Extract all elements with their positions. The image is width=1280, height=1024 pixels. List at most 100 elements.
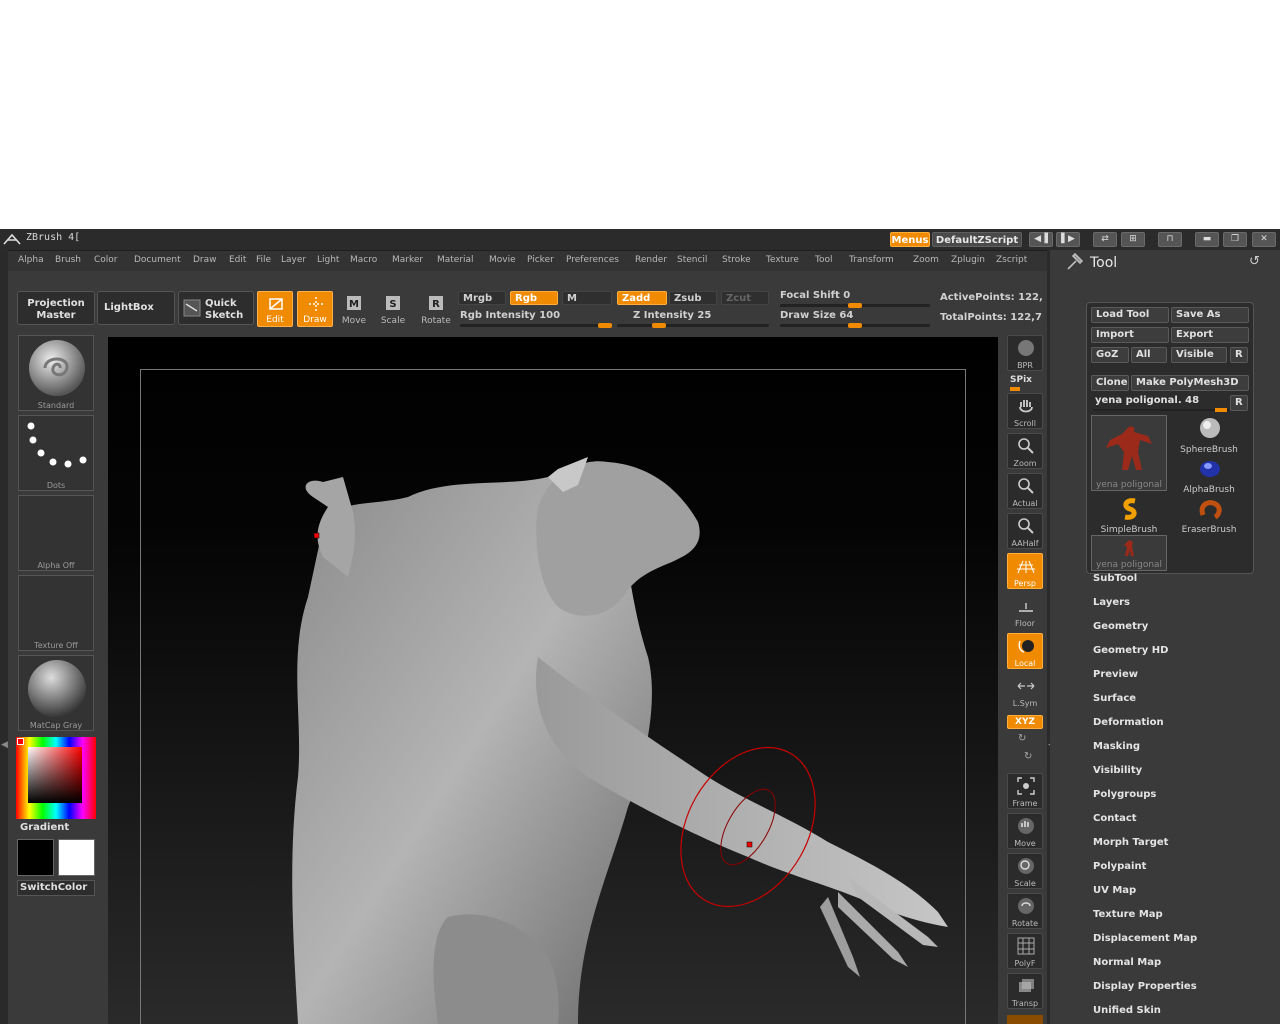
- z-intensity-slider[interactable]: Z Intensity 25: [633, 310, 711, 321]
- rgb-intensity-knob[interactable]: [598, 323, 612, 328]
- zadd-button[interactable]: Zadd: [617, 291, 667, 305]
- move-mode-button[interactable]: M Move: [336, 291, 372, 327]
- default-zscript-button[interactable]: DefaultZScript: [932, 232, 1022, 247]
- polyf-button[interactable]: PolyF: [1007, 933, 1043, 969]
- subpalette-geometry-hd[interactable]: Geometry HD: [1093, 645, 1168, 656]
- subpalette-polypaint[interactable]: Polypaint: [1093, 861, 1146, 872]
- quick-sketch-button[interactable]: Quick Sketch: [178, 291, 254, 325]
- subpalette-deformation[interactable]: Deformation: [1093, 717, 1164, 728]
- zcut-button[interactable]: Zcut: [721, 291, 769, 305]
- menu-draw[interactable]: Draw: [193, 255, 217, 265]
- rgb-intensity-slider[interactable]: Rgb Intensity 100: [460, 310, 560, 321]
- rotate-view-button[interactable]: Rotate: [1007, 893, 1043, 929]
- menu-edit[interactable]: Edit: [229, 255, 246, 265]
- spix-slider[interactable]: SPix: [1010, 375, 1032, 385]
- menu-layer[interactable]: Layer: [281, 255, 306, 265]
- focal-shift-slider[interactable]: Focal Shift 0: [780, 290, 850, 301]
- mrgb-button[interactable]: Mrgb: [458, 291, 506, 305]
- draw-mode-button[interactable]: Draw: [297, 291, 333, 327]
- spix-knob[interactable]: [1010, 387, 1020, 391]
- menu-file[interactable]: File: [256, 255, 271, 265]
- actual-button[interactable]: Actual: [1007, 473, 1043, 509]
- close-icon[interactable]: ✕: [1252, 232, 1276, 247]
- subpalette-texture-map[interactable]: Texture Map: [1093, 909, 1163, 920]
- m-button[interactable]: M: [562, 291, 612, 305]
- menu-texture[interactable]: Texture: [766, 255, 799, 265]
- current-tool-r-button[interactable]: R: [1230, 395, 1248, 411]
- restore-icon[interactable]: ❐: [1223, 232, 1247, 247]
- zoom-button[interactable]: Zoom: [1007, 433, 1043, 469]
- projection-master-button[interactable]: Projection Master: [17, 291, 95, 325]
- subpalette-polygroups[interactable]: Polygroups: [1093, 789, 1156, 800]
- local-button[interactable]: Local: [1007, 633, 1043, 669]
- current-tool-track[interactable]: [1093, 409, 1229, 411]
- menu-document[interactable]: Document: [134, 255, 181, 265]
- subpalette-layers[interactable]: Layers: [1093, 597, 1130, 608]
- menu-preferences[interactable]: Preferences: [566, 255, 619, 265]
- menu-material[interactable]: Material: [437, 255, 474, 265]
- rotate-mode-button[interactable]: R Rotate: [418, 291, 454, 327]
- menu-alpha[interactable]: Alpha: [18, 255, 44, 265]
- save-as-button[interactable]: Save As: [1171, 307, 1249, 323]
- menu-stencil[interactable]: Stencil: [677, 255, 707, 265]
- ghost-button[interactable]: [1007, 1015, 1043, 1024]
- subpalette-unified-skin[interactable]: Unified Skin: [1093, 1005, 1161, 1016]
- menu-picker[interactable]: Picker: [527, 255, 554, 265]
- rgb-button[interactable]: Rgb: [510, 291, 558, 305]
- current-tool-slider[interactable]: yena poligonal. 48: [1095, 395, 1199, 406]
- menu-render[interactable]: Render: [635, 255, 667, 265]
- menu-zplugin[interactable]: Zplugin: [951, 255, 985, 265]
- scale-mode-button[interactable]: S Scale: [375, 291, 411, 327]
- werewolf-model[interactable]: [108, 337, 998, 1024]
- lock-icon[interactable]: ⊓: [1158, 232, 1182, 247]
- goz-all-button[interactable]: All: [1131, 347, 1167, 363]
- main-color-swatch[interactable]: [17, 839, 54, 876]
- xyz-button[interactable]: XYZ: [1007, 715, 1043, 729]
- texture-selector[interactable]: Texture Off: [18, 575, 94, 651]
- scroll-button[interactable]: Scroll: [1007, 393, 1043, 429]
- menu-zscript[interactable]: Zscript: [996, 255, 1027, 265]
- layout-alt-icon[interactable]: ⊞: [1121, 232, 1145, 247]
- lightbox-button[interactable]: LightBox: [97, 291, 175, 325]
- tool-alpha-brush[interactable]: AlphaBrush: [1171, 455, 1247, 495]
- rotate-y-icon[interactable]: ↻: [1018, 733, 1026, 744]
- scroll-left-icon[interactable]: ◀▐: [1029, 232, 1053, 247]
- gradient-toggle[interactable]: Gradient: [20, 822, 69, 833]
- frame-button[interactable]: Frame: [1007, 773, 1043, 809]
- goz-r-button[interactable]: R: [1230, 347, 1248, 363]
- clone-button[interactable]: Clone: [1091, 375, 1129, 391]
- subpalette-surface[interactable]: Surface: [1093, 693, 1136, 704]
- subpalette-morph-target[interactable]: Morph Target: [1093, 837, 1168, 848]
- tool-sphere-brush[interactable]: SphereBrush: [1171, 415, 1247, 455]
- focal-shift-knob[interactable]: [848, 303, 862, 308]
- zsub-button[interactable]: Zsub: [669, 291, 717, 305]
- layout-icon[interactable]: ⇄: [1093, 232, 1117, 247]
- switchcolor-button[interactable]: SwitchColor: [17, 880, 95, 896]
- bpr-button[interactable]: BPR: [1007, 335, 1043, 371]
- rotate-z-icon[interactable]: ↻: [1024, 751, 1032, 762]
- menu-color[interactable]: Color: [94, 255, 118, 265]
- menu-brush[interactable]: Brush: [55, 255, 81, 265]
- secondary-color-swatch[interactable]: [58, 839, 95, 876]
- subpalette-subtool[interactable]: SubTool: [1093, 573, 1137, 584]
- left-tray-handle[interactable]: ◀: [0, 250, 8, 1024]
- current-tool-knob[interactable]: [1215, 408, 1227, 412]
- color-square[interactable]: [28, 747, 82, 803]
- lsym-button[interactable]: L.Sym: [1007, 673, 1043, 709]
- scale-view-button[interactable]: Scale: [1007, 853, 1043, 889]
- goz-visible-button[interactable]: Visible: [1171, 347, 1227, 363]
- z-intensity-track[interactable]: [617, 324, 769, 327]
- move-view-button[interactable]: Move: [1007, 813, 1043, 849]
- rgb-intensity-track[interactable]: [460, 324, 612, 327]
- minimize-icon[interactable]: ▬: [1195, 232, 1219, 247]
- menu-stroke[interactable]: Stroke: [722, 255, 751, 265]
- menu-zoom[interactable]: Zoom: [913, 255, 939, 265]
- subpalette-contact[interactable]: Contact: [1093, 813, 1137, 824]
- persp-button[interactable]: Persp: [1007, 553, 1043, 589]
- tool-thumb-yena[interactable]: yena poligonal: [1091, 415, 1167, 491]
- menu-movie[interactable]: Movie: [489, 255, 516, 265]
- menu-tool[interactable]: Tool: [815, 255, 832, 265]
- brush-selector[interactable]: Standard: [18, 335, 94, 411]
- document-canvas[interactable]: [108, 337, 998, 1024]
- subpalette-geometry[interactable]: Geometry: [1093, 621, 1148, 632]
